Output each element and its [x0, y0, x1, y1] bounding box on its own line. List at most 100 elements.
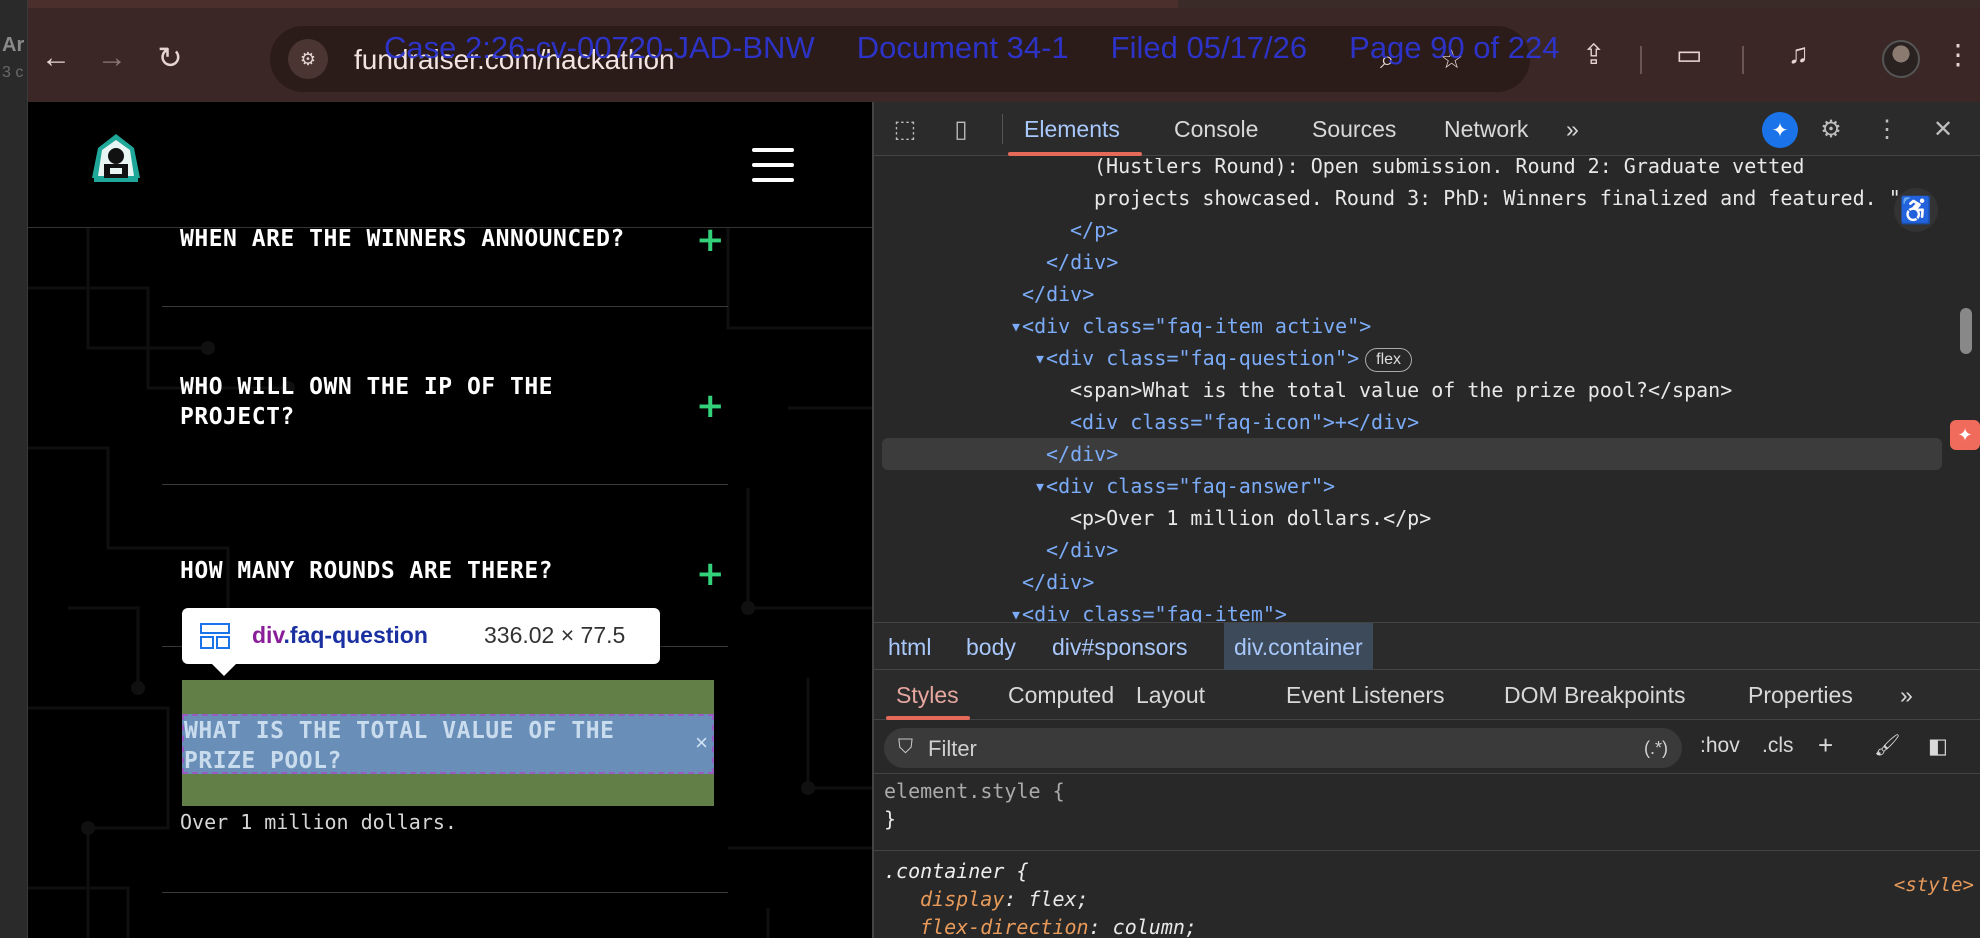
site-header — [28, 102, 872, 228]
breadcrumb-body[interactable]: body — [956, 623, 1026, 671]
tooltip-element-size: 336.02 × 77.5 — [484, 622, 626, 648]
tab-console[interactable]: Console — [1174, 116, 1258, 143]
faq-plus-icon[interactable]: + — [696, 554, 725, 594]
tab-network[interactable]: Network — [1444, 116, 1528, 143]
active-tab-underline — [1008, 152, 1142, 156]
styles-filter-row: ⛉ Filter (.*) :hov .cls + 🖌 ◧ — [874, 720, 1980, 774]
faq-close-icon[interactable]: × — [695, 730, 708, 756]
hacker-logo-icon[interactable] — [88, 132, 144, 188]
settings-gear-icon[interactable]: ⚙ — [1814, 112, 1848, 146]
regex-toggle[interactable]: (.*) — [1644, 738, 1668, 759]
kebab-menu-icon[interactable]: ⋮ — [1944, 38, 1972, 71]
page-number: Page 90 of 224 — [1349, 30, 1560, 65]
element-style-close: } — [884, 807, 897, 831]
forward-icon[interactable]: → — [92, 38, 132, 78]
rule-divider — [874, 850, 1980, 851]
back-icon[interactable]: ← — [36, 38, 76, 78]
tab-sources[interactable]: Sources — [1312, 116, 1396, 143]
container-rule-selector[interactable]: .container { — [884, 856, 1029, 886]
styles-pane: element.style { } .container { display: … — [874, 774, 1980, 938]
close-devtools-icon[interactable]: ✕ — [1926, 112, 1960, 146]
media-controls-icon[interactable]: ♫ — [1788, 38, 1809, 70]
breadcrumb: html body div#sponsors div.container — [874, 622, 1980, 671]
faq-question-ip[interactable]: WHO WILL OWN THE IP OF THE PROJECT? — [180, 372, 553, 432]
flex-badge[interactable]: flex — [1365, 347, 1413, 372]
style-property-display[interactable]: display: flex; — [920, 884, 1089, 914]
code-line[interactable]: <span>What is the total value of the pri… — [1070, 374, 1980, 406]
faq-question-rounds[interactable]: HOW MANY ROUNDS ARE THERE? — [180, 556, 553, 586]
style-source-link[interactable]: <style> — [1894, 874, 1974, 896]
reload-icon[interactable]: ↻ — [150, 38, 190, 78]
more-sub-tabs-icon[interactable]: » — [1900, 682, 1913, 709]
elements-scrollbar[interactable] — [1956, 158, 1974, 622]
devtools-menu-icon[interactable]: ⋮ — [1870, 112, 1904, 146]
cls-toggle[interactable]: .cls — [1762, 734, 1794, 758]
code-line-faq-answer[interactable]: ▾<div class="faq-answer"> — [1034, 470, 1980, 502]
code-line-selected[interactable]: </div> — [882, 438, 1942, 470]
hov-toggle[interactable]: :hov — [1700, 734, 1740, 758]
paint-brush-icon[interactable]: 🖌 — [1874, 734, 1901, 758]
code-line[interactable]: <p>Over 1 million dollars.</p> — [1070, 502, 1980, 534]
breadcrumb-html[interactable]: html — [878, 623, 941, 671]
inspect-tooltip: div.faq-question 336.02 × 77.5 — [182, 608, 660, 676]
hamburger-menu-icon[interactable] — [752, 148, 794, 182]
toolbar-separator — [1742, 46, 1744, 74]
screen: Ar 3 c ← → ↻ ⚙ fundraiser.com/hackathon … — [0, 0, 1980, 938]
tab-strip — [28, 0, 1980, 8]
new-style-rule-icon[interactable]: + — [1818, 730, 1833, 761]
toolbar-separator — [1640, 46, 1642, 74]
tab-styles[interactable]: Styles — [896, 682, 959, 709]
code-line[interactable]: </p> — [1070, 214, 1980, 246]
style-property-flex-direction[interactable]: flex-direction: column; — [920, 912, 1197, 938]
active-tab[interactable] — [28, 0, 1178, 8]
toggle-sidebar-icon[interactable]: ◧ — [1928, 734, 1948, 759]
styles-sub-tabs: Styles Computed Layout Event Listeners D… — [874, 670, 1980, 720]
breadcrumb-container[interactable]: div.container — [1224, 623, 1373, 671]
element-style-rule[interactable]: element.style { — [884, 776, 1065, 806]
code-line[interactable]: </div> — [1022, 278, 1980, 310]
faq-divider — [162, 892, 728, 893]
website-viewport: WHEN ARE THE WINNERS ANNOUNCED? + WHO WI… — [28, 102, 872, 938]
tab-dom-breakpoints[interactable]: DOM Breakpoints — [1504, 682, 1686, 709]
code-line-faq-question[interactable]: ▾<div class="faq-question"> flex — [1034, 342, 1980, 374]
tab-layout[interactable]: Layout — [1136, 682, 1205, 709]
devtools-tab-bar: ⬚ ▯ Elements Console Sources Network » ✦… — [874, 102, 1980, 156]
document-number: Document 34-1 — [856, 30, 1069, 65]
inspect-element-icon[interactable]: ⬚ — [888, 112, 922, 146]
faq-plus-icon[interactable]: + — [696, 386, 725, 426]
profile-avatar[interactable] — [1882, 40, 1920, 78]
styles-filter-input[interactable]: ⛉ Filter (.*) — [884, 728, 1682, 768]
faq-plus-icon[interactable]: + — [696, 220, 725, 260]
filter-placeholder: Filter — [928, 736, 977, 761]
tab-properties[interactable]: Properties — [1748, 682, 1853, 709]
accessibility-icon[interactable]: ♿ — [1894, 188, 1938, 232]
tab-elements[interactable]: Elements — [1024, 116, 1120, 143]
faq-question-winners[interactable]: WHEN ARE THE WINNERS ANNOUNCED? — [180, 224, 625, 254]
code-line-faq-item-active[interactable]: ▾<div class="faq-item active"> — [1010, 310, 1980, 342]
breadcrumb-sponsors[interactable]: div#sponsors — [1042, 623, 1198, 671]
code-line[interactable]: </div> — [1046, 534, 1980, 566]
tab-computed[interactable]: Computed — [1008, 682, 1114, 709]
code-line-faq-item[interactable]: ▾<div class="faq-item"> — [1010, 598, 1980, 622]
devtools-panel: ⬚ ▯ Elements Console Sources Network » ✦… — [872, 102, 1980, 938]
code-line[interactable]: </div> — [1022, 566, 1980, 598]
background-window-subtext: 3 c — [2, 64, 24, 81]
court-filing-header: Case 2:26-cv-00720-JAD-BNW Document 34-1 F… — [384, 30, 1601, 66]
code-line[interactable]: </div> — [1046, 246, 1980, 278]
background-window-text: Ar — [2, 34, 25, 56]
scroll-thumb[interactable] — [1960, 308, 1972, 354]
faq-divider — [162, 484, 728, 485]
tab-event-listeners[interactable]: Event Listeners — [1286, 682, 1445, 709]
elements-tree: (Hustlers Round): Open submission. Round… — [874, 158, 1980, 622]
flex-layout-icon — [200, 623, 230, 649]
tooltip-element-name: div.faq-question — [252, 622, 428, 648]
code-line[interactable]: (Hustlers Round): Open submission. Round… — [1094, 158, 1980, 182]
faq-question-prize-pool[interactable]: WHAT IS THE TOTAL VALUE OF THE PRIZE POO… — [182, 714, 714, 774]
device-toolbar-icon[interactable]: ▯ — [944, 112, 978, 146]
site-info-icon[interactable]: ⚙ — [288, 39, 328, 79]
code-line[interactable]: <div class="faq-icon">+</div> — [1070, 406, 1980, 438]
tab-search-icon[interactable]: ▭ — [1676, 38, 1702, 71]
ai-assistance-icon[interactable]: ✦ — [1762, 112, 1798, 148]
more-tabs-icon[interactable]: » — [1566, 116, 1579, 143]
code-line[interactable]: projects showcased. Round 3: PhD: Winner… — [1094, 182, 1980, 214]
